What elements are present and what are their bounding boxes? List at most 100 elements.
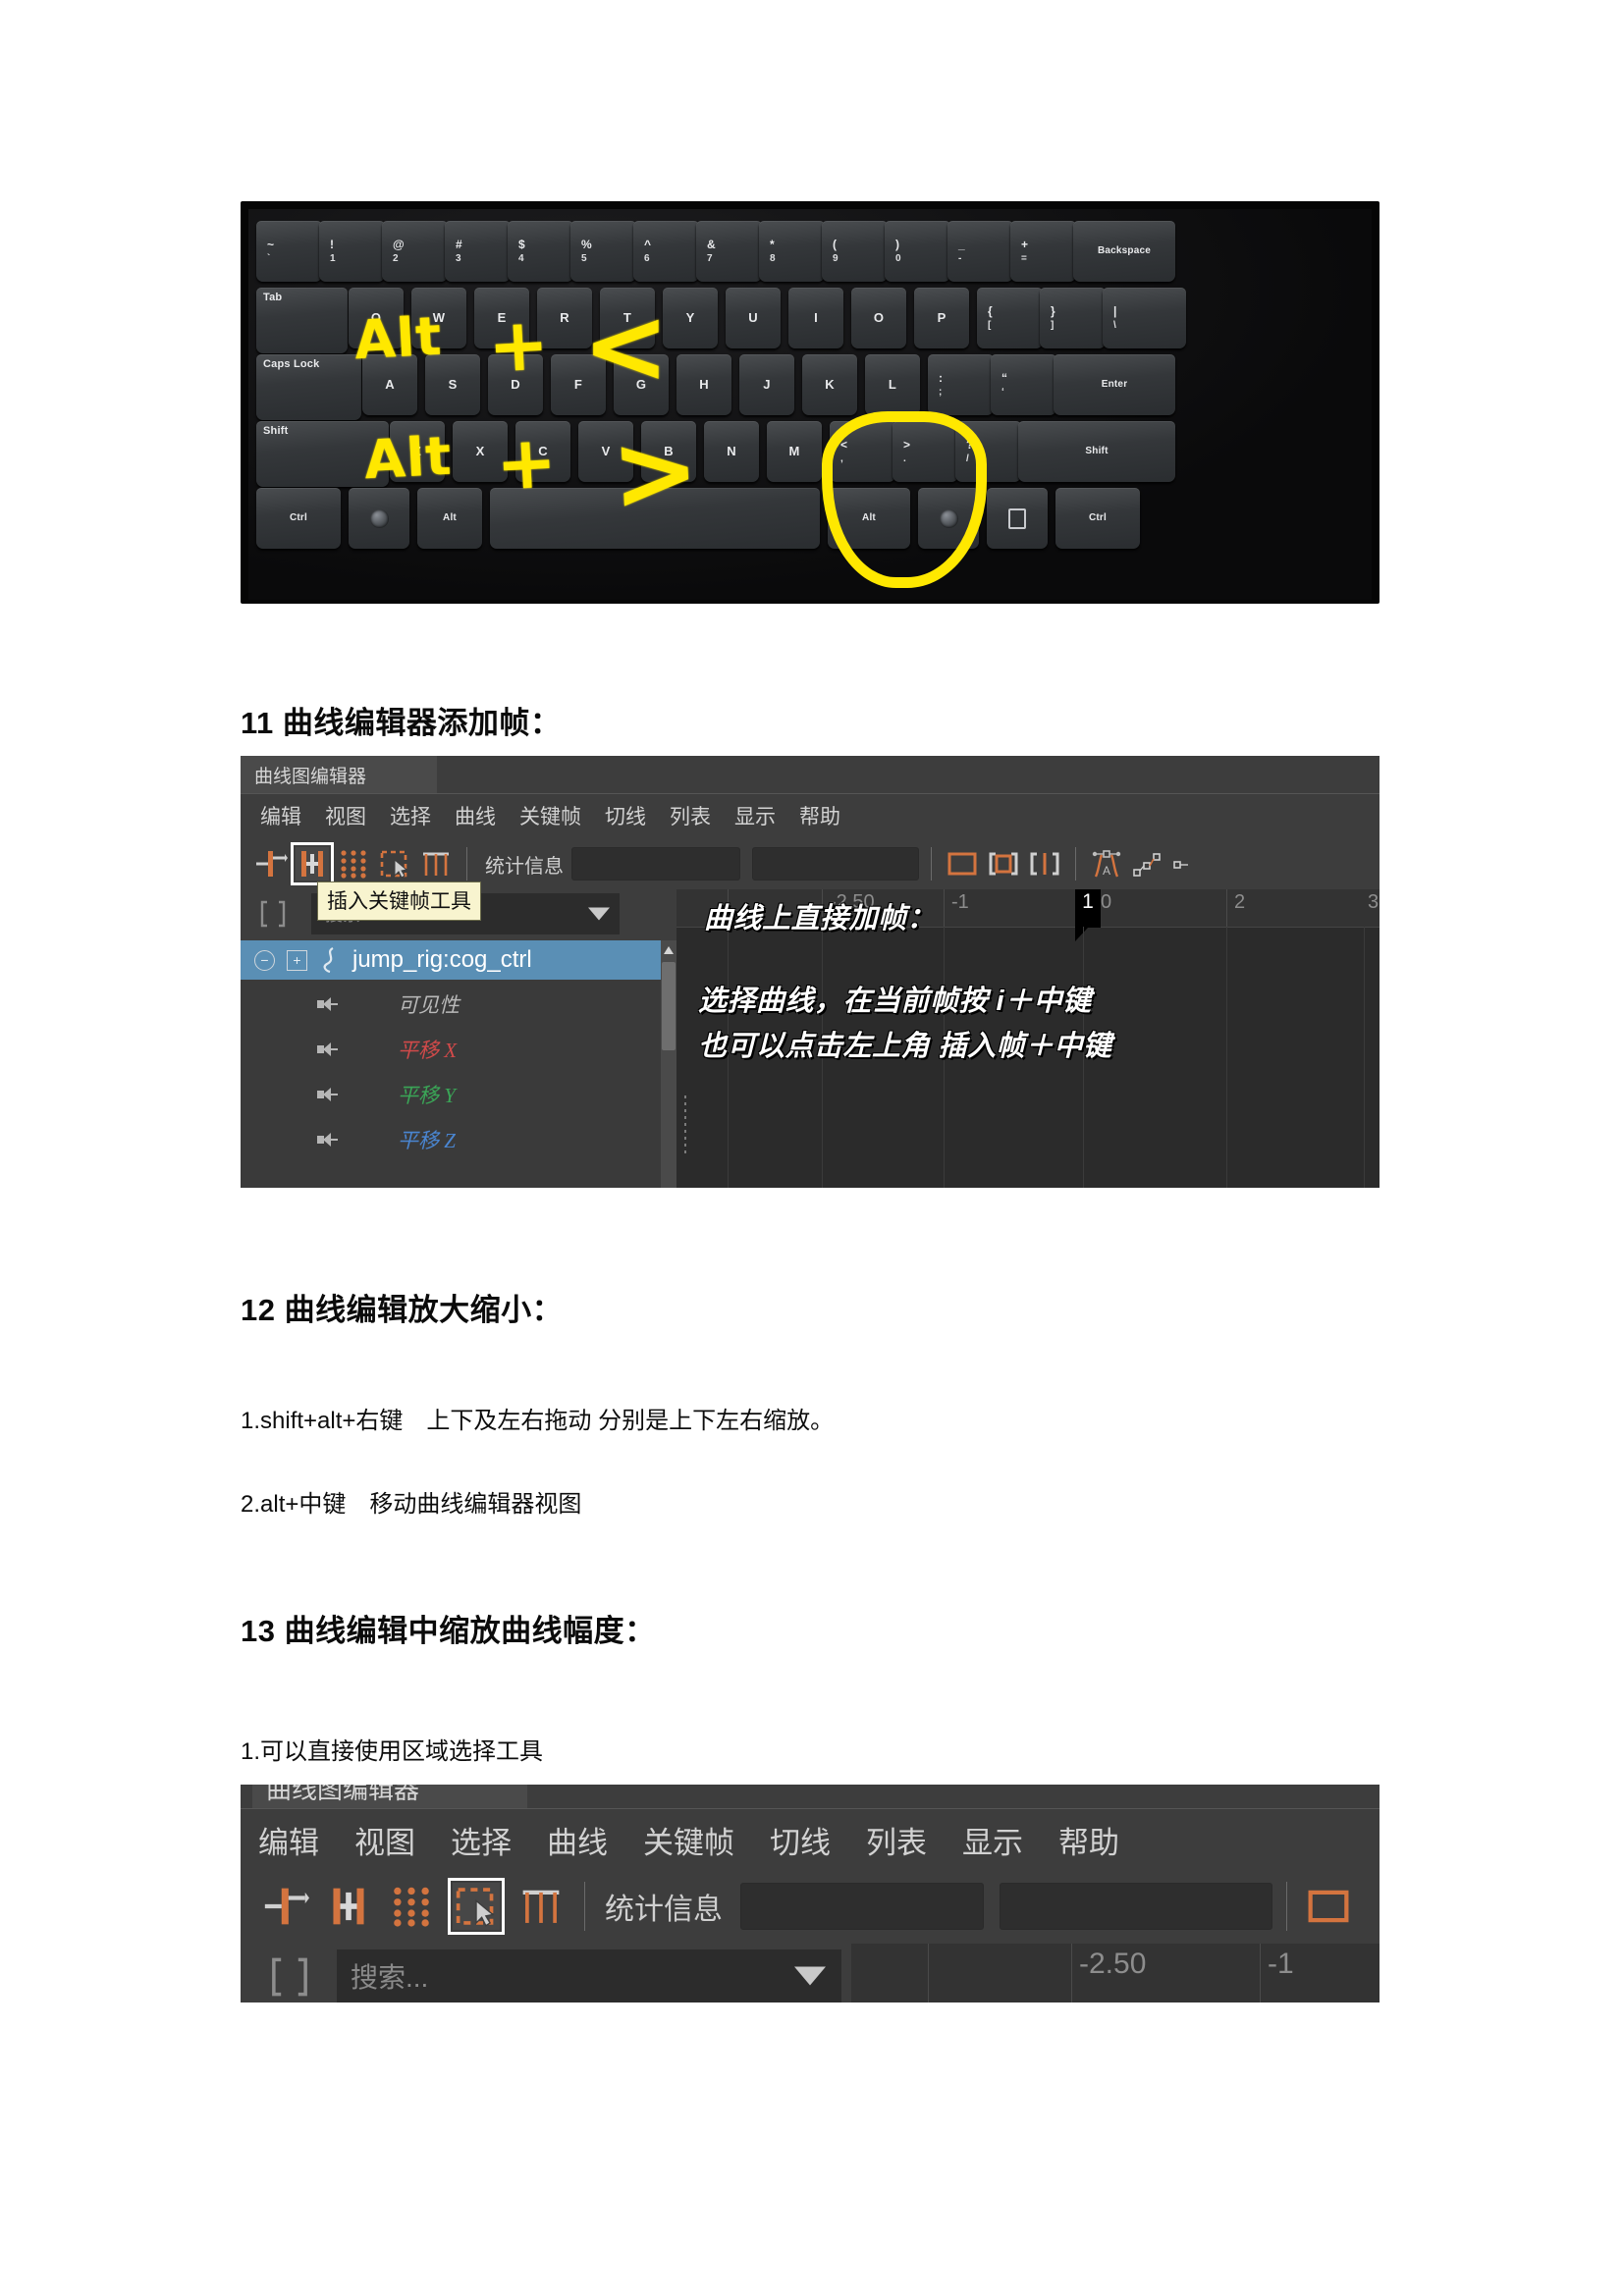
chevron-down-icon-1[interactable] [588,907,610,921]
menu-keys-2[interactable]: 关键帧 [625,1818,752,1862]
toolbar-separator-2 [931,847,932,881]
outliner-filter-icon-1[interactable] [258,899,288,929]
frame-playback-range-icon[interactable] [1028,847,1061,881]
attr-label-translate-y: 平移 Y [398,1084,456,1107]
key-o: O [851,288,906,348]
panel-1-menubar: 编辑 视图 选择 曲线 关键帧 切线 列表 显示 帮助 [241,793,1380,837]
menu-list-1[interactable]: 列表 [658,801,723,830]
region-select-tool-icon[interactable] [378,847,411,881]
menu-select-1[interactable]: 选择 [378,801,443,830]
menu-list-2[interactable]: 列表 [848,1818,945,1862]
key-bracket-left-base: [ [988,319,992,331]
toolbar-2-separator-1 [584,1882,585,1931]
frame-all-icon[interactable] [946,847,979,881]
frame-selection-icon[interactable] [987,847,1020,881]
key-period: > . [893,421,958,482]
outliner-attr-row[interactable]: 平移 X [241,1031,733,1068]
collapse-icon[interactable]: − [254,949,275,971]
menu-help-1[interactable]: 帮助 [787,801,852,830]
menu-curves-2[interactable]: 曲线 [529,1818,625,1862]
graph-area-2[interactable]: -2.50 -1 0 1 [851,1944,1380,2002]
ruler-separator [944,889,945,927]
chevron-down-icon-2[interactable] [794,1966,826,1986]
key-1-base: 1 [330,252,336,264]
step-tangent-icon[interactable] [1172,847,1206,881]
mute-speaker-icon[interactable] [317,1088,338,1101]
menu-curves-1[interactable]: 曲线 [443,801,508,830]
key-5-base: 5 [581,252,587,264]
menu-tangents-1[interactable]: 切线 [593,801,658,830]
stats-field-2-1[interactable] [740,1883,984,1930]
key-7: & 7 [696,221,762,282]
menu-edit-2[interactable]: 编辑 [258,1818,337,1862]
menu-view-2[interactable]: 视图 [337,1818,433,1862]
outliner-scrollbar-1[interactable] [661,940,676,1188]
key-backslash: | \ [1103,288,1186,348]
key-z: Z [390,421,445,482]
tab-graph-editor-2[interactable]: 曲线图编辑器 [252,1785,527,1808]
lattice-deform-keys-icon-2[interactable] [388,1883,435,1930]
key-9-base: 9 [833,252,839,264]
key-u: U [726,288,781,348]
outliner-attr-row[interactable]: 平移 Z [241,1121,733,1158]
attr-label-translate-x: 平移 X [398,1039,458,1062]
windows-logo-icon-right [939,508,958,528]
mute-speaker-icon[interactable] [317,1042,338,1056]
outliner-attr-row[interactable]: 平移 Y [241,1076,733,1113]
key-n: N [704,421,759,482]
animation-curve-icon [319,947,341,974]
key-4: $ 4 [508,221,573,282]
insert-keys-tool-icon[interactable] [254,847,288,881]
insert-keys-tool-icon-2[interactable] [262,1883,309,1930]
heading-section-11: 11 曲线编辑器添加帧： [241,705,562,740]
menu-show-2[interactable]: 显示 [945,1818,1041,1862]
auto-tangent-icon[interactable]: A [1090,847,1123,881]
mute-speaker-icon[interactable] [317,997,338,1011]
key-3-base: 3 [456,252,461,264]
stats-field-2[interactable] [752,847,919,881]
menu-select-2[interactable]: 选择 [433,1818,529,1862]
outliner-attr-row[interactable]: 可见性 [241,986,733,1023]
key-minus-base: - [958,252,962,264]
mute-speaker-icon[interactable] [317,1133,338,1147]
menu-keys-1[interactable]: 关键帧 [508,801,593,830]
menu-view-1[interactable]: 视图 [313,801,378,830]
tab-graph-editor-1[interactable]: 曲线图编辑器 [241,756,437,793]
outliner-search-input-2[interactable]: 搜索... [337,1949,841,2002]
stats-field-2-2[interactable] [1000,1883,1272,1930]
key-e: E [474,288,529,348]
key-comma-shift: < [840,437,848,452]
key-tab-label: Tab [263,292,283,303]
scroll-up-icon[interactable] [664,946,674,954]
add-keys-tool-icon[interactable] [291,842,334,885]
key-semicolon-base: ; [939,386,943,398]
scroll-thumb[interactable] [662,962,676,1050]
key-1-shift: ! [330,237,335,251]
key-v: V [578,421,633,482]
overlay-note-3: 也可以点击左上角 插入帧＋中键 [698,1031,1112,1062]
lattice-deform-keys-icon[interactable] [337,847,370,881]
key-equal-base: = [1021,252,1028,264]
panel-2-tabbar: 曲线图编辑器 [241,1785,1380,1808]
key-capslock: Caps Lock [256,354,361,420]
frame-all-icon-2[interactable] [1305,1883,1352,1930]
outliner-filter-icon-2[interactable] [268,1955,311,1999]
region-select-tool-icon-2[interactable] [448,1878,505,1935]
retime-tool-icon-2[interactable] [517,1883,565,1930]
ruler-tick-0: 0 [1101,891,1112,913]
expand-icon[interactable]: + [287,949,307,971]
menu-help-2[interactable]: 帮助 [1041,1818,1137,1862]
menu-edit-1[interactable]: 编辑 [248,801,313,830]
add-keys-tool-icon-2[interactable] [325,1883,372,1930]
menu-tangents-2[interactable]: 切线 [752,1818,848,1862]
current-time-indicator-1[interactable]: 1 [1075,889,1101,941]
outliner-node-row[interactable]: − + jump_rig:cog_ctrl [241,940,671,980]
key-i: I [788,288,843,348]
retime-tool-icon[interactable] [419,847,453,881]
key-backtick-base: ` [267,252,271,264]
key-b: B [641,421,696,482]
flat-tangent-icon[interactable] [1131,847,1164,881]
graph-editor-panel-2: 曲线图编辑器 编辑 视图 选择 曲线 关键帧 切线 列表 显示 帮助 统计信息 … [241,1785,1380,2002]
menu-show-1[interactable]: 显示 [723,801,787,830]
stats-field-1[interactable] [571,847,740,881]
